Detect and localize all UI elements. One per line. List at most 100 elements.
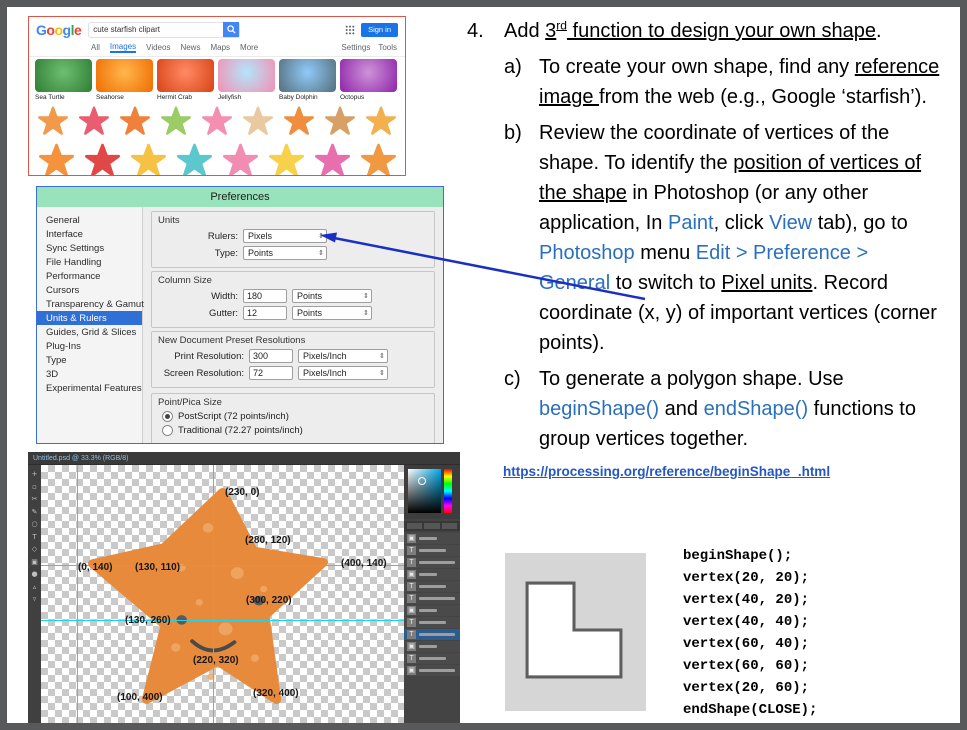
starfish-thumbnail[interactable] <box>173 141 215 175</box>
layer-row[interactable]: ▣ <box>404 569 460 580</box>
prefs-sidebar-item[interactable]: Guides, Grid & Slices <box>37 325 142 339</box>
prefs-sidebar-item[interactable]: Sync Settings <box>37 241 142 255</box>
starfish-thumbnail[interactable] <box>321 105 358 137</box>
results-row-2 <box>29 139 405 175</box>
prefs-sidebar-item[interactable]: 3D <box>37 367 142 381</box>
zoom-in-tool[interactable]: ▵ <box>33 583 37 591</box>
google-tab-images[interactable]: Images <box>109 42 137 53</box>
prefs-sidebar-item[interactable]: Experimental Features <box>37 381 142 395</box>
starfish-thumbnail[interactable] <box>199 105 236 137</box>
google-tab-news[interactable]: News <box>180 43 200 52</box>
color-picker-field[interactable] <box>408 469 441 513</box>
panel-tab[interactable] <box>441 523 457 529</box>
hue-slider[interactable] <box>444 469 452 513</box>
shape-tool[interactable]: ◇ <box>32 545 37 553</box>
prefs-sidebar-item[interactable]: Cursors <box>37 283 142 297</box>
search-icon <box>227 25 236 34</box>
rulers-dropdown[interactable]: Pixels ⇕ <box>243 229 327 243</box>
search-input[interactable]: cute starfish clipart <box>88 21 241 38</box>
related-thumbnail <box>96 59 153 92</box>
starfish-thumbnail[interactable] <box>311 141 353 175</box>
prefs-sidebar-item[interactable]: Performance <box>37 269 142 283</box>
starfish-thumbnail[interactable] <box>362 105 399 137</box>
panel-tab[interactable] <box>407 523 423 529</box>
gutter-input[interactable]: 12 <box>243 306 287 320</box>
preset-resolutions-group: New Document Preset Resolutions Print Re… <box>151 331 435 388</box>
google-tab-more[interactable]: More <box>240 43 258 52</box>
layer-row[interactable]: T <box>404 545 460 556</box>
apps-grid-icon[interactable] <box>345 25 355 35</box>
screen-resolution-unit-dropdown[interactable]: Pixels/Inch ⇕ <box>298 366 388 380</box>
logo-letter: o <box>54 21 63 38</box>
prefs-sidebar-item[interactable]: Interface <box>37 227 142 241</box>
layer-row[interactable]: T <box>404 653 460 664</box>
starfish-thumbnail[interactable] <box>219 141 261 175</box>
prefs-sidebar-item[interactable]: Units & Rulers <box>37 311 142 325</box>
photoshop-canvas[interactable]: (230, 0) (0, 140) (130, 110) (280, 120) … <box>41 465 404 723</box>
prefs-sidebar-item[interactable]: File Handling <box>37 255 142 269</box>
layer-row[interactable]: T <box>404 617 460 628</box>
eyedropper-tool[interactable]: ○ <box>31 520 37 528</box>
starfish-thumbnail[interactable] <box>81 141 123 175</box>
related-result[interactable]: Seahorse <box>96 59 153 101</box>
layer-row[interactable]: T <box>404 581 460 592</box>
layer-row[interactable]: T <box>404 629 460 640</box>
layer-row[interactable]: T <box>404 557 460 568</box>
pen-tool[interactable]: ✎ <box>32 508 38 516</box>
layer-row[interactable]: ▣ <box>404 665 460 676</box>
width-unit-dropdown[interactable]: Points ⇕ <box>292 289 372 303</box>
layer-icon: ▣ <box>407 666 416 675</box>
panel-tab[interactable] <box>424 523 440 529</box>
list-letter-a: a) <box>504 56 522 78</box>
width-input[interactable]: 180 <box>243 289 287 303</box>
related-result[interactable]: Hermit Crab <box>157 59 214 101</box>
crop-tool[interactable]: ▣ <box>31 558 38 566</box>
starfish-thumbnail[interactable] <box>127 141 169 175</box>
prefs-sidebar-item[interactable]: Plug-Ins <box>37 339 142 353</box>
related-result[interactable]: Jellyfish <box>218 59 275 101</box>
starfish-thumbnail[interactable] <box>280 105 317 137</box>
related-result[interactable]: Baby Dolphin <box>279 59 336 101</box>
type-dropdown[interactable]: Points ⇕ <box>243 246 327 260</box>
starfish-thumbnail[interactable] <box>117 105 154 137</box>
starfish-thumbnail[interactable] <box>35 105 72 137</box>
layer-row[interactable]: ▣ <box>404 533 460 544</box>
coordinate-label: (300, 220) <box>246 595 292 606</box>
google-tab-settings[interactable]: Settings <box>341 43 370 52</box>
postscript-radio-label: PostScript (72 points/inch) <box>178 411 289 422</box>
print-resolution-input[interactable]: 300 <box>249 349 293 363</box>
traditional-radio[interactable] <box>162 425 173 436</box>
lasso-tool[interactable]: ✂ <box>32 495 38 503</box>
move-tool[interactable]: + <box>32 470 38 478</box>
starfish-thumbnail[interactable] <box>239 105 276 137</box>
layer-row[interactable]: ▣ <box>404 641 460 652</box>
zoom-out-tool[interactable]: ▿ <box>33 595 37 603</box>
dialog-titlebar[interactable]: Preferences <box>37 187 443 207</box>
prefs-sidebar-item[interactable]: General <box>37 213 142 227</box>
google-tab-all[interactable]: All <box>91 43 100 52</box>
layer-row[interactable]: T <box>404 593 460 604</box>
processing-reference-link[interactable]: https://processing.org/reference/beginSh… <box>503 462 959 482</box>
brush-tool[interactable]: ● <box>31 570 37 578</box>
google-tab-tools[interactable]: Tools <box>378 43 397 52</box>
prefs-sidebar-item[interactable]: Type <box>37 353 142 367</box>
marquee-tool[interactable]: ▫ <box>32 483 37 491</box>
search-button[interactable] <box>223 22 240 37</box>
related-result[interactable]: Octopus <box>340 59 397 101</box>
sign-in-button[interactable]: Sign in <box>361 22 398 37</box>
google-tab-videos[interactable]: Videos <box>146 43 170 52</box>
layer-row[interactable]: ▣ <box>404 605 460 616</box>
starfish-thumbnail[interactable] <box>76 105 113 137</box>
print-resolution-unit-dropdown[interactable]: Pixels/Inch ⇕ <box>298 349 388 363</box>
starfish-thumbnail[interactable] <box>357 141 399 175</box>
starfish-thumbnail[interactable] <box>35 141 77 175</box>
type-tool[interactable]: T <box>32 533 36 541</box>
postscript-radio[interactable] <box>162 411 173 422</box>
related-result[interactable]: Sea Turtle <box>35 59 92 101</box>
starfish-thumbnail[interactable] <box>265 141 307 175</box>
starfish-thumbnail[interactable] <box>158 105 195 137</box>
screen-resolution-input[interactable]: 72 <box>249 366 293 380</box>
prefs-sidebar-item[interactable]: Transparency & Gamut <box>37 297 144 311</box>
google-tab-maps[interactable]: Maps <box>210 43 230 52</box>
gutter-unit-dropdown[interactable]: Points ⇕ <box>292 306 372 320</box>
